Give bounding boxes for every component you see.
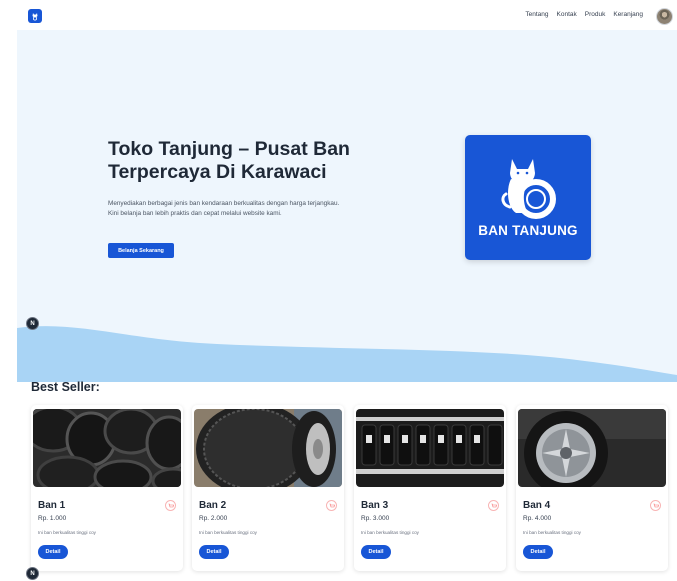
n-badge[interactable]: N — [26, 567, 39, 580]
product-image — [194, 409, 342, 487]
product-card: Ban 3 Rp. 3.000 Ini ban berkualitas ting… — [354, 405, 506, 571]
cart-icon[interactable] — [326, 500, 337, 511]
product-price: Rp. 2.000 — [199, 515, 228, 522]
brand-logo: BAN TANJUNG — [465, 135, 591, 260]
nav-links: Tentang Kontak Produk Keranjang — [525, 11, 643, 18]
product-name: Ban 1 — [38, 500, 66, 511]
shop-now-button[interactable]: Belanja Sekarang — [108, 243, 174, 258]
cart-icon[interactable] — [165, 500, 176, 511]
avatar[interactable] — [656, 8, 673, 25]
hero-section: Toko Tanjung – Pusat Ban Terpercaya Di K… — [17, 30, 677, 382]
n-badge[interactable]: N — [26, 317, 39, 330]
product-image — [33, 409, 181, 487]
brand-text: BAN TANJUNG — [478, 223, 578, 238]
product-price: Rp. 3.000 — [361, 515, 390, 522]
hero-description: Menyediakan berbagai jenis ban kendaraan… — [108, 200, 340, 217]
logo-icon[interactable] — [28, 9, 42, 23]
product-name: Ban 3 — [361, 500, 389, 511]
cart-icon[interactable] — [650, 500, 661, 511]
navbar: Tentang Kontak Produk Keranjang — [0, 0, 677, 30]
product-card: Ban 2 Rp. 2.000 Ini ban berkualitas ting… — [192, 405, 344, 571]
product-price: Rp. 1.000 — [38, 515, 67, 522]
detail-button[interactable]: Detail — [523, 545, 553, 559]
product-name: Ban 4 — [523, 500, 551, 511]
nav-link-kontak[interactable]: Kontak — [557, 11, 577, 18]
hero-title: Toko Tanjung – Pusat Ban Terpercaya Di K… — [108, 138, 350, 183]
cart-icon[interactable] — [488, 500, 499, 511]
product-description: Ini ban berkualitas tinggi coy — [38, 530, 96, 535]
product-card: Ban 4 Rp. 4.000 Ini ban berkualitas ting… — [516, 405, 668, 571]
cat-tire-logo — [501, 159, 556, 219]
product-image — [356, 409, 504, 487]
product-card: Ban 1 Rp. 1.000 Ini ban berkualitas ting… — [31, 405, 183, 571]
product-name: Ban 2 — [199, 500, 227, 511]
best-seller-title: Best Seller: — [31, 380, 100, 394]
product-description: Ini ban berkualitas tinggi coy — [523, 530, 581, 535]
product-description: Ini ban berkualitas tinggi coy — [361, 530, 419, 535]
detail-button[interactable]: Detail — [199, 545, 229, 559]
product-image — [518, 409, 666, 487]
product-description: Ini ban berkualitas tinggi coy — [199, 530, 257, 535]
nav-link-produk[interactable]: Produk — [585, 11, 606, 18]
product-price: Rp. 4.000 — [523, 515, 552, 522]
nav-link-keranjang[interactable]: Keranjang — [613, 11, 643, 18]
nav-link-tentang[interactable]: Tentang — [525, 11, 548, 18]
detail-button[interactable]: Detail — [38, 545, 68, 559]
detail-button[interactable]: Detail — [361, 545, 391, 559]
